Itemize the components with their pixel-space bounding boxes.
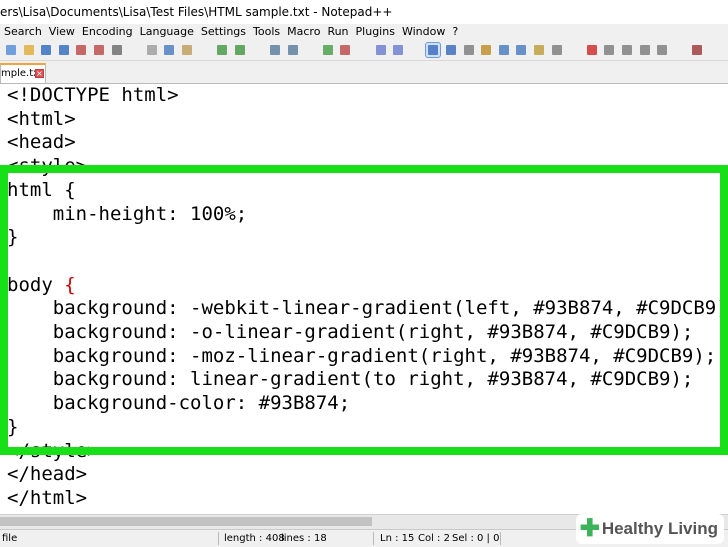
status-length: length : 408 (224, 533, 285, 544)
watermark-text: Healthy Living (601, 519, 718, 538)
status-col: Col : 2 (418, 533, 450, 544)
menu-macro[interactable]: Macro (283, 24, 323, 40)
menu-window[interactable]: Window (398, 24, 448, 40)
paste-icon[interactable] (180, 43, 194, 57)
function-list-icon[interactable] (514, 43, 528, 57)
new-file-icon[interactable] (4, 43, 18, 57)
print-icon[interactable] (110, 43, 124, 57)
code-text[interactable]: <!DOCTYPE html> <html> <head> <style> html {… (7, 84, 728, 511)
code-line[interactable]: <style> (7, 155, 728, 179)
menu-help[interactable]: ? (448, 24, 461, 40)
word-wrap-icon[interactable] (425, 42, 442, 58)
spell-check-icon[interactable] (690, 43, 704, 57)
status-file-type: file (2, 533, 18, 544)
code-line[interactable]: background: -webkit-linear-gradient(left… (7, 297, 728, 321)
close-icon[interactable] (74, 43, 88, 57)
code-line[interactable]: </html> (7, 487, 728, 511)
sync-v-icon[interactable] (374, 43, 388, 57)
code-line[interactable]: } (7, 226, 728, 250)
code-line[interactable]: background: -o-linear-gradient(right, #9… (7, 321, 728, 345)
status-ln: Ln : 15 (380, 533, 415, 544)
save-icon[interactable] (39, 43, 53, 57)
undo-icon[interactable] (215, 43, 229, 57)
tab-html-sample[interactable]: mple.txt × (0, 63, 46, 83)
play-multi-macro-icon[interactable] (638, 43, 652, 57)
tab-bar: mple.txt × (0, 61, 728, 84)
code-line[interactable]: background-color: #93B874; (7, 392, 728, 416)
window-title: ers\Lisa\Documents\Lisa\Test Files\HTML … (0, 0, 728, 24)
code-line[interactable] (7, 250, 728, 274)
menu-bar: Search View Encoding Language Settings Tools M… (0, 24, 728, 40)
sync-h-icon[interactable] (391, 43, 405, 57)
menu-tools[interactable]: Tools (249, 24, 283, 40)
stop-macro-icon[interactable] (602, 43, 616, 57)
code-line[interactable]: <head> (7, 131, 728, 155)
indent-guide-icon[interactable] (462, 43, 476, 57)
scrollbar-thumb[interactable] (0, 517, 372, 526)
copy-icon[interactable] (162, 43, 176, 57)
redo-icon[interactable] (233, 43, 247, 57)
tab-close-icon[interactable]: × (35, 69, 44, 78)
show-all-chars-icon[interactable] (444, 43, 458, 57)
menu-view[interactable]: View (45, 24, 78, 40)
user-lang-icon[interactable] (479, 43, 493, 57)
code-line[interactable]: background: linear-gradient(to right, #9… (7, 368, 728, 392)
healthy-living-logo: ✚ Healthy Living (575, 514, 724, 544)
cut-icon[interactable] (145, 43, 159, 57)
code-line[interactable]: html { (7, 179, 728, 203)
code-line[interactable]: <!DOCTYPE html> (7, 84, 728, 108)
menu-run[interactable]: Run (323, 24, 351, 40)
menu-encoding[interactable]: Encoding (78, 24, 136, 40)
open-file-icon[interactable] (22, 43, 36, 57)
code-line[interactable]: } (7, 416, 728, 440)
play-macro-icon[interactable] (620, 43, 634, 57)
menu-plugins[interactable]: Plugins (352, 24, 398, 40)
menu-search[interactable]: Search (0, 24, 45, 40)
code-line[interactable]: body { (7, 274, 728, 298)
find-icon[interactable] (268, 43, 282, 57)
folder-workspace-icon[interactable] (532, 43, 546, 57)
status-sel: Sel : 0 | 0 (452, 533, 500, 544)
close-all-icon[interactable] (92, 43, 106, 57)
doc-map-icon[interactable] (497, 43, 511, 57)
code-line[interactable]: </head> (7, 463, 728, 487)
monitor-icon[interactable] (550, 43, 564, 57)
plus-icon: ✚ (579, 515, 600, 542)
code-line[interactable]: min-height: 100%; (7, 203, 728, 227)
menu-settings[interactable]: Settings (197, 24, 249, 40)
code-editor[interactable]: <!DOCTYPE html> <html> <head> <style> html {… (0, 84, 728, 514)
zoom-in-icon[interactable] (321, 43, 335, 57)
code-line[interactable]: background: -moz-linear-gradient(right, … (7, 345, 728, 369)
record-macro-icon[interactable] (585, 43, 599, 57)
zoom-out-icon[interactable] (338, 43, 352, 57)
save-macro-icon[interactable] (655, 43, 669, 57)
code-line[interactable]: </style> (7, 440, 728, 464)
status-lines: lines : 18 (281, 533, 327, 544)
toolbar (0, 40, 728, 61)
replace-icon[interactable] (286, 43, 300, 57)
code-line[interactable]: <html> (7, 108, 728, 132)
save-all-icon[interactable] (57, 43, 71, 57)
menu-language[interactable]: Language (136, 24, 197, 40)
